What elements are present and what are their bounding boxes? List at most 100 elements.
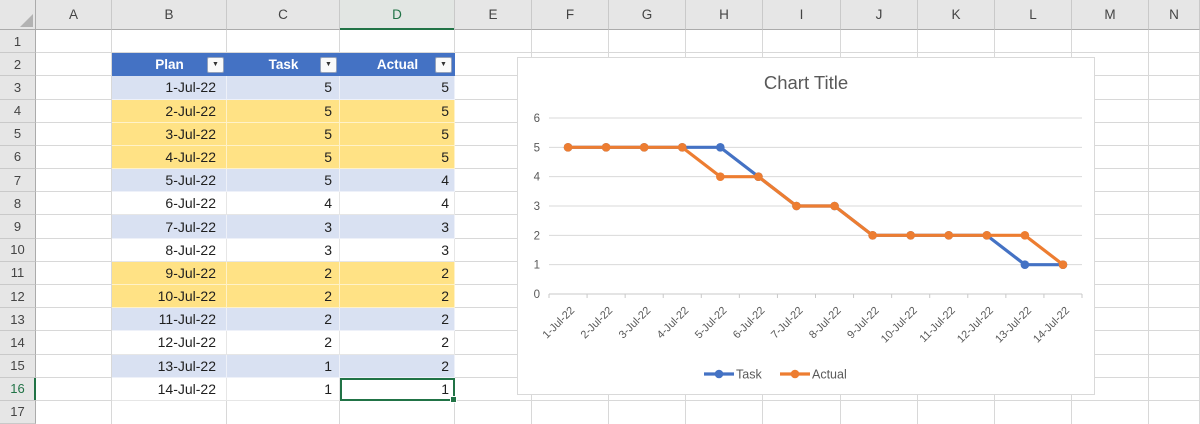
data-point-actual[interactable]: [1058, 260, 1068, 269]
row-header-17[interactable]: 17: [0, 400, 36, 424]
data-point-task[interactable]: [716, 143, 725, 152]
column-header-J[interactable]: J: [841, 0, 918, 30]
cell-C4[interactable]: 5: [227, 99, 340, 123]
cell-B9[interactable]: 7-Jul-22: [112, 215, 227, 239]
data-point-actual[interactable]: [944, 231, 954, 240]
select-all-corner[interactable]: [0, 0, 36, 30]
cell-B6[interactable]: 4-Jul-22: [112, 145, 227, 170]
cell-C8[interactable]: 4: [227, 192, 340, 216]
chart[interactable]: Chart Title 0 1 2 3 4 5 6 1-Jul-22 2-Jul-22 3-Jul-…: [517, 57, 1095, 395]
active-cell-border[interactable]: [340, 377, 457, 403]
column-header-F[interactable]: F: [532, 0, 609, 30]
cell-C14[interactable]: 2: [227, 331, 340, 355]
cell-B14[interactable]: 12-Jul-22: [112, 331, 227, 355]
data-point-actual[interactable]: [982, 231, 992, 240]
cell-B10[interactable]: 8-Jul-22: [112, 238, 227, 262]
column-header-I[interactable]: I: [763, 0, 841, 30]
column-header-H[interactable]: H: [686, 0, 763, 30]
row-header-6[interactable]: 6: [0, 145, 36, 170]
cell-C3[interactable]: 5: [227, 76, 340, 100]
cell-C5[interactable]: 5: [227, 122, 340, 146]
cell-B13[interactable]: 11-Jul-22: [112, 308, 227, 332]
row-header-9[interactable]: 9: [0, 215, 36, 239]
cell-B15[interactable]: 13-Jul-22: [112, 354, 227, 378]
actual-filter-button[interactable]: ▼: [435, 56, 452, 73]
column-header-B[interactable]: B: [112, 0, 227, 30]
table-header-plan[interactable]: Plan ▼: [112, 53, 227, 77]
row-header-4[interactable]: 4: [0, 99, 36, 123]
row-header-11[interactable]: 11: [0, 261, 36, 285]
column-header-D[interactable]: D: [340, 0, 455, 30]
row-header-12[interactable]: 12: [0, 284, 36, 309]
cell-C15[interactable]: 1: [227, 354, 340, 378]
cell-B7[interactable]: 5-Jul-22: [112, 169, 227, 193]
cell-C7[interactable]: 5: [227, 169, 340, 193]
cell-C12[interactable]: 2: [227, 284, 340, 309]
cell-D11[interactable]: 2: [340, 261, 455, 285]
data-point-actual[interactable]: [792, 201, 801, 211]
cell-D5[interactable]: 5: [340, 122, 455, 146]
cell-B4[interactable]: 2-Jul-22: [112, 99, 227, 123]
row-header-15[interactable]: 15: [0, 354, 36, 378]
cell-D7[interactable]: 4: [340, 169, 455, 193]
data-point-actual[interactable]: [563, 143, 573, 152]
cell-D13[interactable]: 2: [340, 308, 455, 332]
cell-C6[interactable]: 5: [227, 145, 340, 170]
column-header-L[interactable]: L: [995, 0, 1072, 30]
plan-filter-button[interactable]: ▼: [207, 56, 224, 73]
row-header-16[interactable]: 16: [0, 377, 36, 401]
cell-D10[interactable]: 3: [340, 238, 455, 262]
data-point-actual[interactable]: [716, 172, 725, 181]
cell-C11[interactable]: 2: [227, 261, 340, 285]
cell-D4[interactable]: 5: [340, 99, 455, 123]
data-point-task[interactable]: [1020, 260, 1030, 269]
cell-D14[interactable]: 2: [340, 331, 455, 355]
cell-D8[interactable]: 4: [340, 192, 455, 216]
chart-title[interactable]: Chart Title: [764, 72, 848, 93]
cell-D15[interactable]: 2: [340, 354, 455, 378]
cell-B16[interactable]: 14-Jul-22: [112, 377, 227, 401]
column-header-G[interactable]: G: [609, 0, 686, 30]
row-header-13[interactable]: 13: [0, 308, 36, 332]
row-header-14[interactable]: 14: [0, 331, 36, 355]
cell-D12[interactable]: 2: [340, 284, 455, 309]
row-header-5[interactable]: 5: [0, 122, 36, 146]
row-header-3[interactable]: 3: [0, 76, 36, 100]
table-header-task[interactable]: Task ▼: [227, 53, 340, 77]
cell-B3[interactable]: 1-Jul-22: [112, 76, 227, 100]
data-point-actual[interactable]: [830, 201, 839, 211]
data-point-actual[interactable]: [1020, 231, 1030, 240]
legend-item-task[interactable]: Task: [704, 368, 762, 382]
row-header-8[interactable]: 8: [0, 192, 36, 216]
row-header-7[interactable]: 7: [0, 169, 36, 193]
cell-B8[interactable]: 6-Jul-22: [112, 192, 227, 216]
data-point-actual[interactable]: [639, 143, 649, 152]
table-header-actual[interactable]: Actual ▼: [340, 53, 455, 77]
data-point-actual[interactable]: [906, 231, 915, 240]
cell-D3[interactable]: 5: [340, 76, 455, 100]
cell-D6[interactable]: 5: [340, 145, 455, 170]
task-filter-button[interactable]: ▼: [320, 56, 337, 73]
column-header-E[interactable]: E: [455, 0, 532, 30]
column-header-K[interactable]: K: [918, 0, 995, 30]
data-point-actual[interactable]: [754, 172, 763, 181]
row-header-10[interactable]: 10: [0, 238, 36, 262]
fill-handle[interactable]: [450, 395, 457, 403]
cell-B5[interactable]: 3-Jul-22: [112, 122, 227, 146]
data-point-actual[interactable]: [868, 231, 877, 240]
column-header-C[interactable]: C: [227, 0, 340, 30]
cell-C13[interactable]: 2: [227, 308, 340, 332]
row-header-1[interactable]: 1: [0, 30, 36, 54]
cell-C16[interactable]: 1: [227, 377, 340, 401]
cell-B12[interactable]: 10-Jul-22: [112, 284, 227, 309]
data-point-actual[interactable]: [677, 143, 687, 152]
cell-C9[interactable]: 3: [227, 215, 340, 239]
row-header-2[interactable]: 2: [0, 53, 36, 77]
legend-item-actual[interactable]: Actual: [780, 368, 847, 382]
cell-C10[interactable]: 3: [227, 238, 340, 262]
column-header-M[interactable]: M: [1072, 0, 1149, 30]
cell-D9[interactable]: 3: [340, 215, 455, 239]
data-point-actual[interactable]: [601, 143, 611, 152]
column-header-A[interactable]: A: [36, 0, 112, 30]
column-header-N[interactable]: N: [1149, 0, 1200, 30]
